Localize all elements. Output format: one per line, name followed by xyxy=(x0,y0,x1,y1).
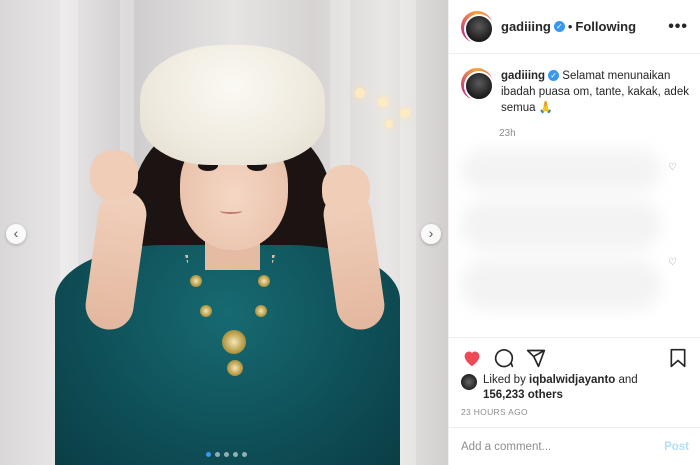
bokeh-light xyxy=(378,97,388,107)
blurred-comment xyxy=(461,200,661,250)
girl-mouth xyxy=(220,208,242,214)
verified-badge-icon: ✓ xyxy=(548,70,560,81)
comment-icon[interactable] xyxy=(493,347,515,369)
post-photo[interactable]: ‹ › xyxy=(0,0,448,465)
carousel-prev-button[interactable]: ‹ xyxy=(6,224,26,244)
dress-jewel xyxy=(255,305,267,317)
bokeh-light xyxy=(400,108,410,118)
verified-badge-icon: ✓ xyxy=(553,21,565,32)
post-sidebar: gadiiing ✓ • Following ••• gadiiing ✓ Sel… xyxy=(448,0,700,465)
carousel-dot xyxy=(224,452,229,457)
liked-by-prefix: Liked by xyxy=(483,374,526,386)
header-username[interactable]: gadiiing xyxy=(501,19,551,34)
share-icon[interactable] xyxy=(525,347,547,369)
dress-jewel xyxy=(190,275,202,287)
carousel-dot xyxy=(233,452,238,457)
avatar[interactable] xyxy=(461,68,494,101)
liked-by-and: and xyxy=(618,374,638,386)
curtain-fold xyxy=(400,0,416,465)
avatar[interactable] xyxy=(461,10,494,44)
blurred-comment xyxy=(461,150,661,190)
header-separator: • xyxy=(567,19,573,34)
girl-hand-right xyxy=(322,165,370,215)
carousel-indicator xyxy=(206,452,247,457)
comment-like-heart-icon[interactable]: ♡ xyxy=(668,162,677,173)
comment-box: Post xyxy=(449,427,700,465)
dress-jewel xyxy=(258,275,270,287)
carousel-dot xyxy=(206,452,211,457)
avatar[interactable] xyxy=(461,374,477,390)
like-heart-icon[interactable] xyxy=(461,347,483,369)
bokeh-light xyxy=(355,88,365,98)
comment-like-heart-icon[interactable]: ♡ xyxy=(668,257,677,268)
dress-jewel xyxy=(222,330,246,354)
action-bar xyxy=(449,337,700,377)
girl-hand-left xyxy=(90,150,138,200)
blurred-comment xyxy=(461,260,661,310)
dress-jewel xyxy=(200,305,212,317)
save-bookmark-icon[interactable] xyxy=(667,347,689,369)
following-button[interactable]: Following xyxy=(575,19,636,34)
liked-by-user[interactable]: iqbalwidjayanto xyxy=(529,374,615,386)
carousel-next-button[interactable]: › xyxy=(421,224,441,244)
comment-input[interactable] xyxy=(461,440,665,453)
caption: gadiiing ✓ Selamat menunaikan ibadah puas… xyxy=(461,68,689,116)
post-comment-button[interactable]: Post xyxy=(664,441,689,453)
girl-hat xyxy=(140,45,325,165)
caption-username[interactable]: gadiiing xyxy=(501,70,545,82)
caption-text: gadiiing ✓ Selamat menunaikan ibadah puas… xyxy=(501,68,689,116)
post-header: gadiiing ✓ • Following ••• xyxy=(449,0,700,54)
carousel-dot xyxy=(242,452,247,457)
dress-jewel xyxy=(227,360,243,376)
carousel-dot xyxy=(215,452,220,457)
likes-count[interactable]: 156,233 others xyxy=(483,389,563,401)
bokeh-light xyxy=(385,120,393,128)
liked-by: Liked by iqbalwidjayanto and 156,233 oth… xyxy=(461,373,638,403)
posted-time[interactable]: 23 HOURS AGO xyxy=(461,407,528,417)
more-options-icon[interactable]: ••• xyxy=(668,18,688,36)
caption-time: 23h xyxy=(499,128,516,139)
